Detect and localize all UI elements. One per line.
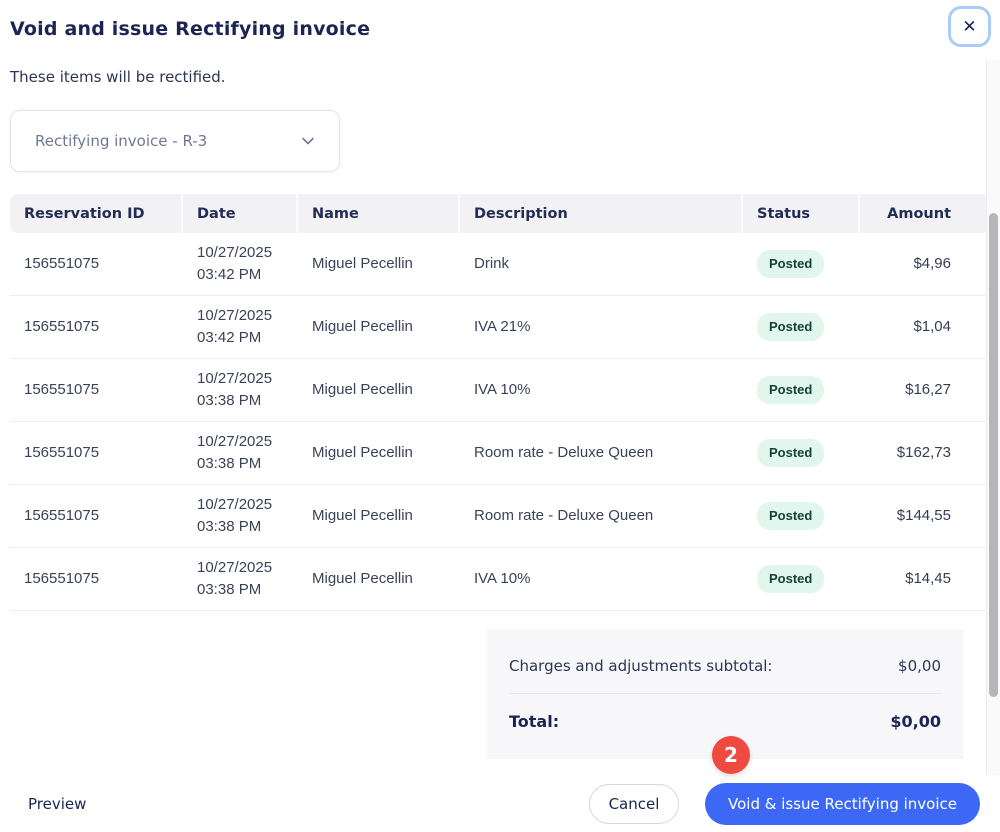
cell-status: Posted: [743, 250, 860, 279]
cell-amount: $4,96: [860, 253, 965, 275]
chevron-down-icon: [301, 134, 315, 148]
modal-subtitle: These items will be rectified.: [10, 68, 990, 86]
cancel-button[interactable]: Cancel: [589, 784, 679, 824]
table-row: 156551075 10/27/2025 03:38 PM Miguel Pec…: [10, 422, 990, 485]
cell-date-date: 10/27/2025: [197, 242, 284, 264]
status-badge: Posted: [757, 565, 824, 594]
scrollbar-thumb[interactable]: [989, 213, 998, 697]
status-badge: Posted: [757, 502, 824, 531]
cell-reservation-id: 156551075: [10, 253, 183, 275]
table-header-row: Reservation ID Date Name Description Sta…: [10, 194, 990, 233]
cell-description: Room rate - Deluxe Queen: [460, 442, 743, 464]
select-value: Rectifying invoice - R-3: [35, 132, 207, 150]
table-row: 156551075 10/27/2025 03:38 PM Miguel Pec…: [10, 485, 990, 548]
cell-date-time: 03:38 PM: [197, 516, 284, 538]
cell-date-time: 03:38 PM: [197, 390, 284, 412]
modal-footer: Preview Cancel Void & issue Rectifying i…: [10, 783, 980, 825]
cell-name: Miguel Pecellin: [298, 442, 460, 464]
cell-description: Drink: [460, 253, 743, 275]
cell-date: 10/27/2025 03:38 PM: [183, 431, 298, 475]
status-badge: Posted: [757, 376, 824, 405]
cell-name: Miguel Pecellin: [298, 253, 460, 275]
cell-status: Posted: [743, 376, 860, 405]
status-badge: Posted: [757, 250, 824, 279]
cell-name: Miguel Pecellin: [298, 379, 460, 401]
void-issue-rectifying-invoice-button[interactable]: Void & issue Rectifying invoice: [705, 783, 980, 825]
table-row: 156551075 10/27/2025 03:42 PM Miguel Pec…: [10, 233, 990, 296]
cell-date-date: 10/27/2025: [197, 368, 284, 390]
cell-date-time: 03:42 PM: [197, 327, 284, 349]
cell-status: Posted: [743, 313, 860, 342]
column-header-reservation-id: Reservation ID: [10, 194, 183, 233]
status-badge: Posted: [757, 313, 824, 342]
cell-status: Posted: [743, 439, 860, 468]
rectifying-invoice-select[interactable]: Rectifying invoice - R-3: [10, 110, 340, 172]
table-row: 156551075 10/27/2025 03:38 PM Miguel Pec…: [10, 548, 990, 611]
column-header-name: Name: [298, 194, 460, 233]
table-row: 156551075 10/27/2025 03:38 PM Miguel Pec…: [10, 359, 990, 422]
cell-status: Posted: [743, 565, 860, 594]
cell-date-time: 03:42 PM: [197, 264, 284, 286]
close-icon: ✕: [962, 17, 976, 37]
cell-reservation-id: 156551075: [10, 316, 183, 338]
cell-description: IVA 21%: [460, 316, 743, 338]
step-annotation-badge: 2: [712, 736, 750, 774]
cell-amount: $1,04: [860, 316, 965, 338]
cell-date: 10/27/2025 03:42 PM: [183, 305, 298, 349]
total-value: $0,00: [890, 712, 941, 731]
cell-date: 10/27/2025 03:38 PM: [183, 368, 298, 412]
subtotal-value: $0,00: [898, 657, 941, 675]
column-header-date: Date: [183, 194, 298, 233]
cell-date: 10/27/2025 03:42 PM: [183, 242, 298, 286]
cell-amount: $16,27: [860, 379, 965, 401]
cell-date-time: 03:38 PM: [197, 579, 284, 601]
cell-date: 10/27/2025 03:38 PM: [183, 557, 298, 601]
cell-reservation-id: 156551075: [10, 568, 183, 590]
subtotal-row: Charges and adjustments subtotal: $0,00: [509, 639, 941, 694]
void-rectifying-invoice-modal: Void and issue Rectifying invoice ✕ Thes…: [0, 0, 1000, 832]
column-header-status: Status: [743, 194, 860, 233]
cell-date-time: 03:38 PM: [197, 453, 284, 475]
cell-amount: $14,45: [860, 568, 965, 590]
page-title: Void and issue Rectifying invoice: [10, 18, 990, 40]
table-body: 156551075 10/27/2025 03:42 PM Miguel Pec…: [10, 233, 990, 611]
table-row: 156551075 10/27/2025 03:42 PM Miguel Pec…: [10, 296, 990, 359]
cell-name: Miguel Pecellin: [298, 568, 460, 590]
close-button[interactable]: ✕: [948, 6, 991, 47]
cell-date-date: 10/27/2025: [197, 557, 284, 579]
preview-button[interactable]: Preview: [28, 795, 86, 813]
cell-name: Miguel Pecellin: [298, 316, 460, 338]
cell-reservation-id: 156551075: [10, 505, 183, 527]
cell-date-date: 10/27/2025: [197, 305, 284, 327]
cell-date-date: 10/27/2025: [197, 494, 284, 516]
charges-table: Reservation ID Date Name Description Sta…: [10, 194, 990, 611]
cell-description: Room rate - Deluxe Queen: [460, 505, 743, 527]
column-header-description: Description: [460, 194, 743, 233]
total-label: Total:: [509, 712, 559, 731]
cell-amount: $144,55: [860, 505, 965, 527]
subtotal-label: Charges and adjustments subtotal:: [509, 657, 773, 675]
cell-date-date: 10/27/2025: [197, 431, 284, 453]
column-header-amount: Amount: [860, 194, 965, 233]
cell-status: Posted: [743, 502, 860, 531]
cell-reservation-id: 156551075: [10, 379, 183, 401]
cell-description: IVA 10%: [460, 568, 743, 590]
cell-reservation-id: 156551075: [10, 442, 183, 464]
cell-amount: $162,73: [860, 442, 965, 464]
status-badge: Posted: [757, 439, 824, 468]
cell-description: IVA 10%: [460, 379, 743, 401]
cell-name: Miguel Pecellin: [298, 505, 460, 527]
cell-date: 10/27/2025 03:38 PM: [183, 494, 298, 538]
scrollbar-track[interactable]: [986, 60, 1000, 775]
